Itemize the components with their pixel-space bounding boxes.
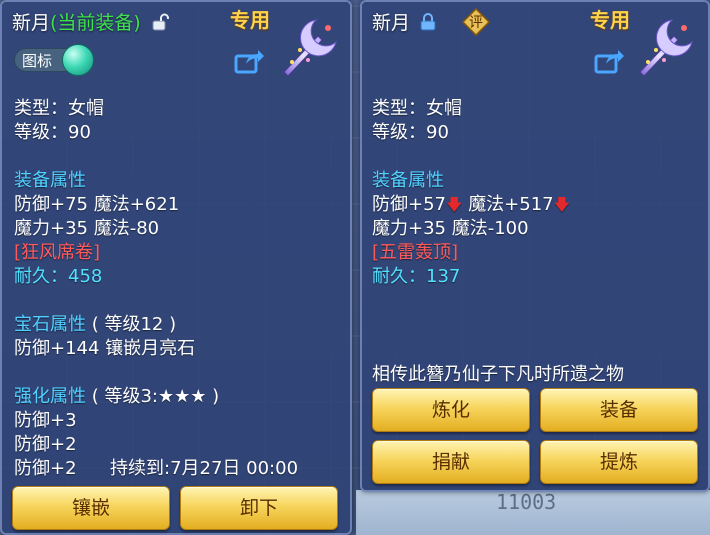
enhance-line-3: 防御+2 bbox=[14, 458, 77, 479]
item-title: 新月(当前装备) bbox=[12, 8, 169, 35]
hairpin-weapon-icon bbox=[283, 19, 337, 77]
durability: 耐久：458 bbox=[14, 266, 103, 287]
attr-line-2: 魔力+35 魔法-100 bbox=[372, 218, 529, 239]
equipped-status: (当前装备) bbox=[50, 12, 141, 34]
donate-button[interactable]: 捐献 bbox=[372, 440, 530, 484]
item-type: 类型：女帽 bbox=[14, 98, 104, 119]
duration-line: 持续到:7月27日 00:00 bbox=[110, 458, 299, 479]
compare-item-tooltip: 新月 评 专用 类型：女帽 等级：90 装备属性 防御+57🡇 魔法+517🡇 … bbox=[360, 0, 710, 492]
item-type: 类型：女帽 bbox=[372, 98, 462, 119]
equip-attr-heading: 装备属性 bbox=[14, 170, 86, 191]
inlay-button[interactable]: 镶嵌 bbox=[12, 486, 170, 530]
gem-attr-row: 宝石属性 ( 等级12 ) bbox=[14, 310, 176, 336]
item-level: 等级：90 bbox=[372, 122, 449, 143]
arrow-down-icon: 🡇 bbox=[553, 195, 571, 214]
enhance-line-1: 防御+3 bbox=[14, 410, 77, 431]
arrow-down-icon: 🡇 bbox=[446, 195, 463, 214]
extract-button[interactable]: 提炼 bbox=[540, 440, 698, 484]
gem-line: 防御+144 镶嵌月亮石 bbox=[14, 338, 196, 359]
special-effect: [狂风席卷] bbox=[14, 242, 101, 263]
bottom-bar: 11003 bbox=[356, 490, 710, 535]
equip-button[interactable]: 装备 bbox=[540, 388, 698, 432]
lock-icon[interactable] bbox=[420, 13, 436, 31]
share-icon[interactable] bbox=[594, 48, 624, 74]
toggle-label: 图标 bbox=[22, 52, 53, 70]
enhance-attr-row: 强化属性 ( 等级3:★★★ ) bbox=[14, 382, 219, 408]
exclusive-label: 专用 bbox=[230, 8, 270, 32]
equip-attr-heading: 装备属性 bbox=[372, 170, 444, 191]
special-effect: [五雷轰顶] bbox=[372, 242, 459, 263]
rating-badge[interactable]: 评 bbox=[461, 7, 491, 37]
enhance-line-2: 防御+2 bbox=[14, 434, 77, 455]
item-level: 等级：90 bbox=[14, 122, 91, 143]
toggle-knob[interactable] bbox=[62, 44, 94, 76]
exclusive-label: 专用 bbox=[590, 8, 630, 32]
rating-badge-label: 评 bbox=[469, 15, 483, 31]
lock-open-icon[interactable] bbox=[151, 13, 169, 31]
gem-level: ( 等级12 ) bbox=[91, 314, 177, 335]
item-name: 新月 bbox=[12, 12, 51, 34]
current-equipment-tooltip: 新月(当前装备) 专用 图标 类型：女帽 等级：90 装备属性 防御+75 魔法… bbox=[0, 0, 352, 535]
refine-button[interactable]: 炼化 bbox=[372, 388, 530, 432]
item-description: 相传此簪乃仙子下凡时所遗之物 bbox=[372, 364, 624, 385]
bottom-number: 11003 bbox=[496, 490, 557, 514]
attr-line-1: 防御+75 魔法+621 bbox=[14, 194, 180, 215]
hairpin-weapon-icon bbox=[639, 19, 693, 77]
item-title: 新月 bbox=[372, 8, 436, 35]
share-icon[interactable] bbox=[234, 48, 264, 74]
enhance-level: ( 等级3:★★★ ) bbox=[91, 386, 220, 407]
unequip-button[interactable]: 卸下 bbox=[180, 486, 338, 530]
enhance-heading: 强化属性 bbox=[14, 386, 86, 407]
gem-heading: 宝石属性 bbox=[14, 314, 86, 335]
defense-value: 防御+57 bbox=[372, 194, 446, 215]
icon-toggle[interactable]: 图标 bbox=[14, 44, 94, 76]
item-name: 新月 bbox=[372, 12, 411, 34]
attr-line-2: 魔力+35 魔法-80 bbox=[14, 218, 160, 239]
durability: 耐久：137 bbox=[372, 266, 461, 287]
magic-value: 魔法+517 bbox=[468, 194, 554, 215]
